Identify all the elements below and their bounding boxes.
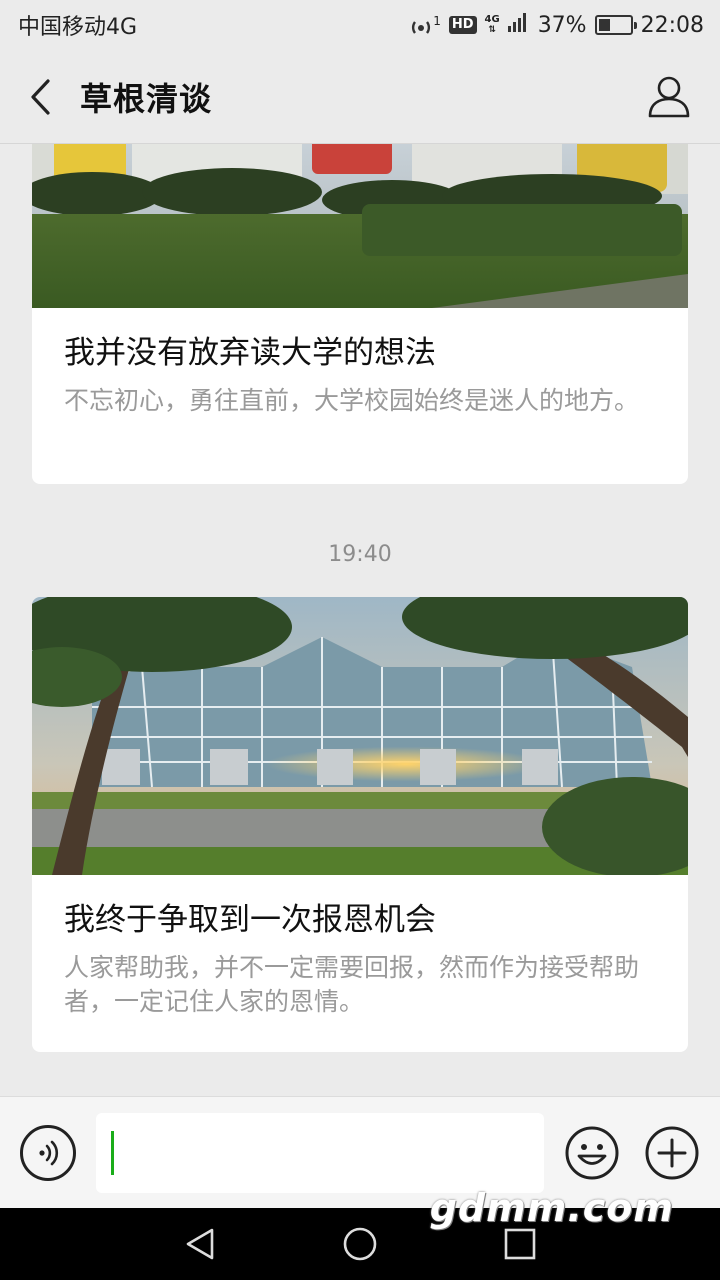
page-title: 草根清谈	[80, 79, 213, 118]
hotspot-count: 1	[433, 14, 441, 28]
circle-home-icon	[343, 1227, 377, 1261]
hotspot-icon: 1	[409, 14, 441, 36]
article-title: 我并没有放弃读大学的想法	[64, 335, 436, 371]
message-list[interactable]: 我并没有放弃读大学的想法 不忘初心，勇往直前，大学校园始终是迷人的地方。 19:…	[0, 144, 720, 1096]
message-timestamp: 19:40	[328, 542, 392, 567]
hd-badge: HD	[448, 16, 477, 34]
system-back-button[interactable]	[182, 1226, 218, 1262]
emoji-icon	[565, 1126, 619, 1180]
emoji-button[interactable]	[564, 1125, 620, 1181]
article-description: 不忘初心，勇往直前，大学校园始终是迷人的地方。	[64, 386, 640, 415]
text-cursor	[111, 1131, 114, 1175]
status-indicators: 1 HD 4G ⇅ 37% 22:08	[409, 12, 704, 38]
article-card[interactable]: 我终于争取到一次报恩机会 人家帮助我，并不一定需要回报，然而作为接受帮助者，一定…	[32, 597, 688, 1052]
voice-button[interactable]	[20, 1125, 76, 1181]
network-type: 4G ⇅	[484, 14, 500, 36]
article-card[interactable]: 我并没有放弃读大学的想法 不忘初心，勇往直前，大学校园始终是迷人的地方。	[32, 144, 688, 484]
triangle-back-icon	[186, 1228, 214, 1260]
system-home-button[interactable]	[342, 1226, 378, 1262]
message-input[interactable]	[96, 1113, 544, 1193]
battery-fill	[598, 19, 610, 31]
system-recents-button[interactable]	[502, 1226, 538, 1262]
profile-button[interactable]	[644, 72, 694, 122]
plus-icon	[645, 1126, 699, 1180]
article-cover-image	[32, 144, 688, 308]
battery-icon	[594, 15, 637, 35]
battery-percent: 37%	[537, 12, 587, 38]
article-description: 人家帮助我，并不一定需要回报，然而作为接受帮助者，一定记住人家的恩情。	[64, 953, 640, 1016]
add-button[interactable]	[644, 1125, 700, 1181]
article-title: 我终于争取到一次报恩机会	[64, 902, 436, 938]
carrier-label: 中国移动4G	[18, 15, 138, 40]
title-bar: 草根清谈	[0, 50, 720, 144]
chevron-left-icon	[31, 78, 50, 115]
voice-icon	[39, 1140, 59, 1166]
status-bar: 中国移动4G 1 HD 4G ⇅ 37% 22:08	[0, 0, 720, 50]
article-cover-image	[32, 597, 688, 875]
clock: 22:08	[640, 12, 704, 38]
person-icon	[648, 76, 690, 118]
back-button[interactable]	[0, 50, 80, 144]
signal-icon	[507, 12, 530, 38]
watermark: gdmm.com	[429, 1186, 674, 1230]
square-recents-icon	[504, 1228, 536, 1260]
